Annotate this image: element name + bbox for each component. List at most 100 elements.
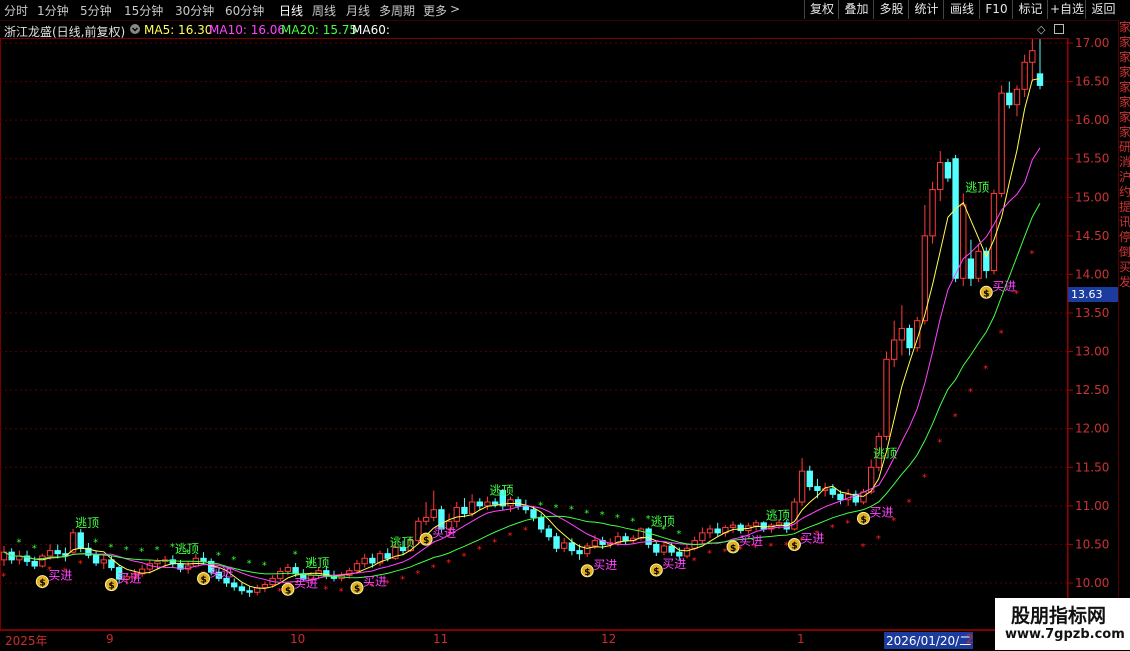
candle-body[interactable] bbox=[537, 516, 545, 530]
side-tab-13[interactable]: 讯 bbox=[1119, 215, 1130, 230]
candle-body[interactable] bbox=[883, 358, 890, 437]
candle-body[interactable] bbox=[453, 506, 460, 522]
candle-body[interactable] bbox=[806, 470, 813, 488]
circle-chevron-icon[interactable] bbox=[129, 23, 141, 38]
candle-body[interactable] bbox=[998, 92, 1005, 194]
side-tab-5[interactable]: 家 bbox=[1119, 95, 1130, 110]
candle-body[interactable] bbox=[814, 486, 821, 491]
candle-body[interactable] bbox=[369, 557, 376, 564]
candle-body[interactable] bbox=[829, 488, 836, 495]
candle-body[interactable] bbox=[476, 501, 483, 507]
candle-body[interactable] bbox=[361, 557, 368, 565]
candle-body[interactable] bbox=[952, 158, 959, 279]
side-tab-16[interactable]: 买 bbox=[1119, 260, 1130, 275]
candle-body[interactable] bbox=[898, 327, 906, 341]
candle-body[interactable] bbox=[422, 516, 430, 522]
stats-button[interactable]: 统计 bbox=[908, 0, 944, 19]
candle-body[interactable] bbox=[530, 509, 537, 518]
candle-body[interactable] bbox=[491, 501, 499, 505]
candle-body[interactable] bbox=[39, 555, 46, 567]
candle-body[interactable] bbox=[929, 189, 936, 237]
candle-body[interactable] bbox=[576, 550, 583, 555]
candle-body[interactable] bbox=[737, 524, 744, 532]
candle-body[interactable] bbox=[561, 542, 568, 549]
candle-body[interactable] bbox=[200, 557, 207, 562]
candle-body[interactable] bbox=[522, 505, 530, 511]
candle-body[interactable] bbox=[568, 542, 576, 552]
kline-chart[interactable]: 17.00 16.50 16.00 15.50 15.00 14.50 14.00 13.50… bbox=[0, 38, 1118, 630]
candle-body[interactable] bbox=[990, 192, 998, 272]
candle-body[interactable] bbox=[46, 550, 54, 557]
candle-body[interactable] bbox=[706, 528, 714, 534]
period-tab-30min[interactable]: 30分钟 bbox=[175, 2, 214, 19]
period-tab-timeshare[interactable]: 分时 bbox=[4, 2, 28, 19]
candle-body[interactable] bbox=[699, 532, 706, 542]
side-tab-17[interactable]: 发 bbox=[1119, 275, 1130, 290]
candle-body[interactable] bbox=[384, 553, 391, 559]
candle-body[interactable] bbox=[668, 545, 675, 553]
candle-body[interactable] bbox=[261, 584, 269, 589]
side-tab-6[interactable]: 家 bbox=[1119, 110, 1130, 125]
draw-line-button[interactable]: 画线 bbox=[943, 0, 980, 19]
candle-body[interactable] bbox=[584, 545, 591, 555]
candle-body[interactable] bbox=[507, 499, 514, 507]
side-tab-0[interactable]: 家 bbox=[1119, 20, 1130, 35]
side-tab-7[interactable]: 家 bbox=[1119, 125, 1130, 140]
overlay-button[interactable]: 叠加 bbox=[838, 0, 874, 19]
side-tab-2[interactable]: 家 bbox=[1119, 50, 1130, 65]
chevron-right-icon[interactable]: > bbox=[450, 2, 460, 16]
candle-body[interactable] bbox=[484, 501, 491, 507]
candle-body[interactable] bbox=[54, 550, 61, 555]
candle-body[interactable] bbox=[676, 551, 683, 557]
side-tab-8[interactable]: 研 bbox=[1119, 140, 1130, 155]
side-tab-10[interactable]: 沪 bbox=[1119, 170, 1130, 185]
mark-button[interactable]: 标记 bbox=[1012, 0, 1048, 19]
candle-body[interactable] bbox=[92, 554, 100, 564]
candle-body[interactable] bbox=[683, 547, 691, 557]
candle-body[interactable] bbox=[461, 506, 468, 515]
candle-body[interactable] bbox=[960, 204, 967, 279]
period-tab-more[interactable]: 更多 bbox=[423, 2, 447, 19]
side-tab-14[interactable]: 停 bbox=[1119, 230, 1130, 245]
candle-body[interactable] bbox=[231, 582, 238, 588]
candle-body[interactable] bbox=[760, 522, 767, 530]
candle-body[interactable] bbox=[714, 528, 721, 534]
add-watchlist-button[interactable]: +自选 bbox=[1047, 0, 1086, 19]
period-tab-1min[interactable]: 1分钟 bbox=[37, 2, 69, 19]
period-tab-5min[interactable]: 5分钟 bbox=[80, 2, 112, 19]
side-tab-9[interactable]: 消 bbox=[1119, 155, 1130, 170]
candle-body[interactable] bbox=[591, 540, 599, 547]
back-button[interactable]: 返回 bbox=[1085, 0, 1121, 19]
candle-body[interactable] bbox=[192, 557, 200, 567]
candle-body[interactable] bbox=[622, 536, 629, 542]
window-restore-icon[interactable] bbox=[1054, 23, 1064, 37]
candle-body[interactable] bbox=[277, 570, 284, 579]
period-tab-weekly[interactable]: 周线 bbox=[312, 2, 336, 19]
candle-body[interactable] bbox=[553, 536, 560, 549]
candle-body[interactable] bbox=[967, 258, 975, 279]
side-tab-11[interactable]: 约 bbox=[1119, 185, 1130, 200]
candle-body[interactable] bbox=[653, 543, 660, 553]
candle-body[interactable] bbox=[1029, 50, 1036, 63]
candle-body[interactable] bbox=[906, 327, 913, 349]
candle-body[interactable] bbox=[798, 470, 806, 503]
period-tab-15min[interactable]: 15分钟 bbox=[124, 2, 163, 19]
candle-body[interactable] bbox=[154, 560, 161, 565]
candle-body[interactable] bbox=[983, 250, 990, 272]
period-tab-monthly[interactable]: 月线 bbox=[346, 2, 370, 19]
candle-body[interactable] bbox=[246, 590, 253, 593]
candle-body[interactable] bbox=[284, 567, 292, 572]
candle-body[interactable] bbox=[975, 250, 982, 279]
candle-body[interactable] bbox=[729, 524, 737, 528]
candle-body[interactable] bbox=[514, 499, 522, 507]
candle-body[interactable] bbox=[837, 493, 844, 501]
candle-body[interactable] bbox=[238, 586, 246, 592]
candle-body[interactable] bbox=[937, 162, 944, 191]
candle-body[interactable] bbox=[660, 545, 668, 553]
candle-body[interactable] bbox=[1021, 61, 1028, 90]
candle-body[interactable] bbox=[292, 567, 299, 575]
period-tab-daily[interactable]: 日线 bbox=[279, 2, 303, 19]
side-tab-4[interactable]: 家 bbox=[1119, 80, 1130, 95]
f10-button[interactable]: F10 bbox=[979, 0, 1013, 19]
period-tab-60min[interactable]: 60分钟 bbox=[225, 2, 264, 19]
